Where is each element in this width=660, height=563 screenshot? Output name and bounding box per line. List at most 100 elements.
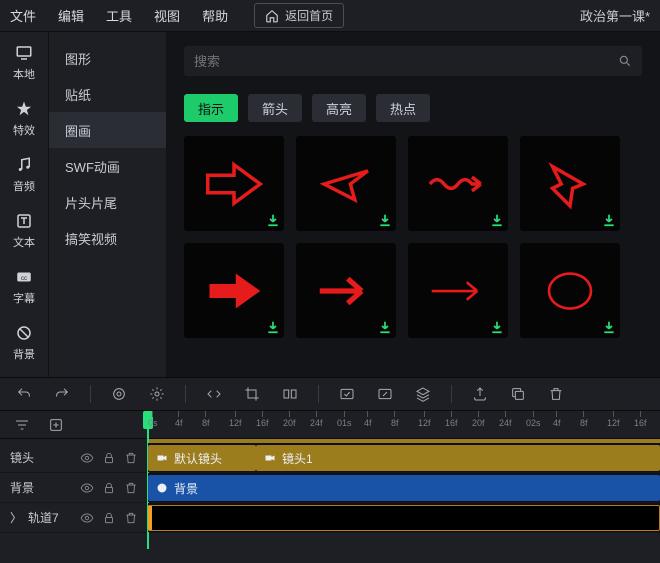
tick: 4f [364,411,372,438]
menu-help[interactable]: 帮助 [202,6,228,25]
tick: 0s [148,411,158,438]
time-ruler[interactable]: 0s4f8f12f16f20f24f01s4f8f12f16f20f24f02s… [148,411,660,438]
cat-funny[interactable]: 搞笑视频 [49,220,166,256]
visibility-icon[interactable] [80,481,94,495]
side-local[interactable]: 本地 [13,44,35,82]
delete-button[interactable] [546,384,566,404]
side-background[interactable]: 背景 [13,324,35,362]
split-button[interactable] [280,384,300,404]
cc-icon: cc [15,268,33,286]
add-track-icon[interactable] [48,417,64,433]
settings-button[interactable] [147,384,167,404]
side-effects[interactable]: 特效 [13,100,35,138]
cat-stickers[interactable]: 贴纸 [49,76,166,112]
monitor-icon [15,44,33,62]
clip-camera-1[interactable]: 镜头1 [256,445,660,471]
undo-button[interactable] [14,384,34,404]
side-label: 本地 [13,66,35,82]
tick: 16f [256,411,269,438]
side-caption[interactable]: cc字幕 [13,268,35,306]
download-icon[interactable] [378,213,392,227]
side-label: 文本 [13,234,35,250]
asset-circle[interactable] [520,243,620,338]
download-icon[interactable] [266,213,280,227]
download-icon[interactable] [602,320,616,334]
track-label: 轨道7 [28,509,72,526]
clip-label: 镜头1 [282,450,313,467]
download-icon[interactable] [266,320,280,334]
menu-edit[interactable]: 编辑 [58,6,84,25]
search-input[interactable] [194,54,618,69]
top-menu: 文件 编辑 工具 视图 帮助 返回首页 政治第一课* [0,0,660,32]
trash-icon[interactable] [124,481,138,495]
download-icon[interactable] [490,320,504,334]
cat-shapes[interactable]: 图形 [49,40,166,76]
tab-hotspot[interactable]: 热点 [376,94,430,122]
lock-icon[interactable] [102,511,116,525]
cat-swf[interactable]: SWF动画 [49,148,166,184]
star-icon [15,100,33,118]
tab-indicate[interactable]: 指示 [184,94,238,122]
tick: 16f [445,411,458,438]
side-text[interactable]: 文本 [13,212,35,250]
text-icon [15,212,33,230]
redo-button[interactable] [52,384,72,404]
tab-highlight[interactable]: 高亮 [312,94,366,122]
clip-label: 默认镜头 [174,450,222,467]
edit-button[interactable] [375,384,395,404]
cat-intro-outro[interactable]: 片头片尾 [49,184,166,220]
trash-icon[interactable] [124,511,138,525]
tick: 12f [229,411,242,438]
home-button[interactable]: 返回首页 [254,3,344,28]
clip-empty[interactable] [148,505,660,531]
visibility-icon[interactable] [80,511,94,525]
cat-annotation[interactable]: 圈画 [49,112,166,148]
crop-button[interactable] [242,384,262,404]
trash-icon[interactable] [124,451,138,465]
visibility-icon[interactable] [80,451,94,465]
track-label: 背景 [10,479,72,496]
download-icon[interactable] [602,213,616,227]
home-icon [265,9,279,23]
search-icon [618,54,632,68]
search-box[interactable] [184,46,642,76]
asset-arrow-heavy[interactable] [296,243,396,338]
toolbar [0,377,660,411]
copy-button[interactable] [508,384,528,404]
clip-background[interactable]: 背景 [148,475,660,501]
home-label: 返回首页 [285,7,333,24]
code-button[interactable] [204,384,224,404]
filter-tabs: 指示 箭头 高亮 热点 [184,94,642,122]
asset-arrow-sketch-up[interactable] [520,136,620,231]
export-button[interactable] [470,384,490,404]
timeline-controls [0,411,148,438]
timeline: 0s4f8f12f16f20f24f01s4f8f12f16f20f24f02s… [0,411,660,563]
side-audio[interactable]: 音频 [13,156,35,194]
track-background: 背景 背景 [0,473,660,503]
asset-arrow-block-right[interactable] [184,136,284,231]
asset-arrow-back[interactable] [296,136,396,231]
check-button[interactable] [337,384,357,404]
clip-default-camera[interactable]: 默认镜头 [148,445,256,471]
download-icon[interactable] [378,320,392,334]
track-label: 镜头 [10,449,72,466]
track-7: 〉 轨道7 [0,503,660,533]
tick: 01s [337,411,352,438]
target-button[interactable] [109,384,129,404]
filter-icon[interactable] [14,417,30,433]
lock-icon[interactable] [102,451,116,465]
tab-arrow[interactable]: 箭头 [248,94,302,122]
tick: 4f [553,411,561,438]
tick: 02s [526,411,541,438]
lock-icon[interactable] [102,481,116,495]
asset-arrow-thick-right[interactable] [184,243,284,338]
menu-tools[interactable]: 工具 [106,6,132,25]
layers-button[interactable] [413,384,433,404]
asset-arrow-thin[interactable] [408,243,508,338]
chevron-right-icon[interactable]: 〉 [10,509,20,526]
menu-file[interactable]: 文件 [10,6,36,25]
menu-view[interactable]: 视图 [154,6,180,25]
download-icon[interactable] [490,213,504,227]
side-label: 特效 [13,122,35,138]
asset-arrow-wavy[interactable] [408,136,508,231]
